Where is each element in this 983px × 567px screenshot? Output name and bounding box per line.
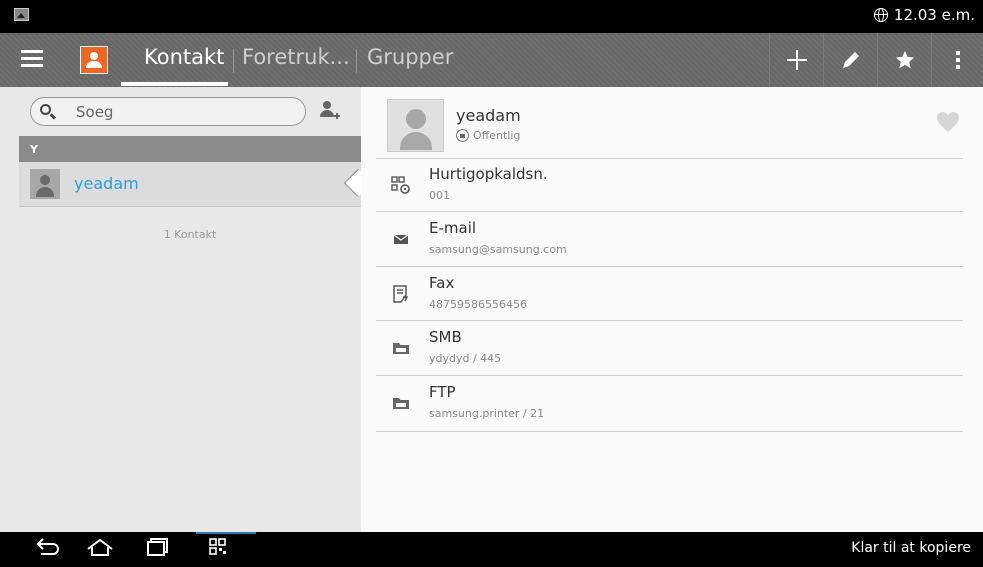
field-value: samsung.printer / 21	[429, 407, 545, 420]
email-envelope-icon	[393, 234, 409, 244]
qr-scan-icon	[209, 538, 226, 555]
globe-icon	[873, 8, 888, 22]
edit-pencil-icon	[842, 52, 859, 68]
photo-icon	[14, 8, 29, 21]
home-icon	[87, 538, 113, 556]
contact-count: 1 Kontakt	[163, 228, 217, 241]
field-fax[interactable]: Fax 48759586556456	[376, 268, 963, 320]
contact-detail-panel: yeadam Offentlig Hurtigopkaldsn. 001 E-m…	[361, 87, 983, 532]
field-value: 001	[429, 189, 450, 202]
add-button[interactable]	[770, 33, 823, 87]
home-button[interactable]	[80, 532, 120, 563]
divider	[376, 266, 963, 267]
detail-name: yeadam	[456, 106, 521, 125]
add-contact-icon[interactable]	[319, 101, 341, 123]
clock: 12.03 e.m.	[893, 6, 975, 24]
field-label: Hurtigopkaldsn.	[429, 165, 548, 183]
contact-list-panel: Y yeadam 1 Kontakt	[0, 87, 361, 532]
selected-pointer-icon	[342, 168, 362, 200]
divider	[376, 431, 963, 432]
section-letter: Y	[30, 143, 38, 156]
smb-folder-icon	[393, 343, 409, 354]
recent-apps-button[interactable]	[137, 532, 177, 563]
star-icon	[895, 50, 914, 69]
divider	[376, 375, 963, 376]
search-box[interactable]	[30, 97, 306, 126]
field-label: FTP	[429, 383, 456, 401]
recent-apps-icon	[147, 538, 168, 556]
field-speed-dial[interactable]: Hurtigopkaldsn. 001	[376, 159, 963, 211]
avatar[interactable]	[387, 99, 444, 152]
status-bar-right: 12.03 e.m.	[873, 6, 975, 24]
field-value: ydydyd / 445	[429, 352, 502, 365]
qr-scan-button[interactable]	[206, 532, 246, 563]
tab-selected-indicator	[121, 82, 228, 86]
action-bar: Kontakt Foretruk... Grupper	[0, 33, 983, 87]
back-button[interactable]	[27, 532, 67, 563]
fax-icon	[393, 285, 409, 303]
overflow-menu-button[interactable]	[932, 33, 983, 87]
navigation-bar: Klar til at kopiere	[0, 532, 983, 563]
field-label: SMB	[429, 328, 462, 346]
field-value: 48759586556456	[429, 298, 527, 311]
tab-grupper[interactable]: Grupper	[367, 45, 453, 69]
tab-foretrukne[interactable]: Foretruk...	[242, 45, 350, 69]
add-icon	[786, 50, 807, 70]
field-label: Fax	[429, 274, 455, 292]
search-icon	[40, 104, 51, 115]
tab-divider	[233, 49, 234, 73]
field-label: E-mail	[429, 219, 477, 237]
overflow-menu-icon	[955, 48, 960, 72]
field-email[interactable]: E-mail samsung@samsung.com	[376, 213, 963, 265]
tab-kontakt[interactable]: Kontakt	[144, 45, 224, 69]
tab-divider	[356, 49, 357, 73]
back-icon	[36, 538, 59, 555]
divider	[376, 320, 963, 321]
divider	[376, 211, 963, 212]
privacy-icon	[456, 129, 469, 142]
favorite-button[interactable]	[878, 33, 931, 87]
section-header: Y	[19, 136, 361, 162]
menu-icon[interactable]	[21, 50, 43, 68]
edit-button[interactable]	[824, 33, 877, 87]
speed-dial-icon	[391, 176, 410, 194]
status-bar: 12.03 e.m.	[0, 0, 983, 33]
heart-icon[interactable]	[936, 111, 960, 133]
status-message: Klar til at kopiere	[851, 540, 971, 556]
field-value: samsung@samsung.com	[429, 243, 567, 256]
avatar	[30, 169, 60, 199]
field-smb[interactable]: SMB ydydyd / 445	[376, 322, 963, 374]
contact-name: yeadam	[74, 174, 139, 193]
ftp-folder-icon	[393, 398, 409, 409]
list-item[interactable]: yeadam	[19, 162, 361, 207]
field-ftp[interactable]: FTP samsung.printer / 21	[376, 377, 963, 429]
search-input[interactable]	[76, 102, 296, 122]
privacy-label: Offentlig	[473, 129, 521, 142]
contacts-app-icon	[80, 46, 108, 74]
